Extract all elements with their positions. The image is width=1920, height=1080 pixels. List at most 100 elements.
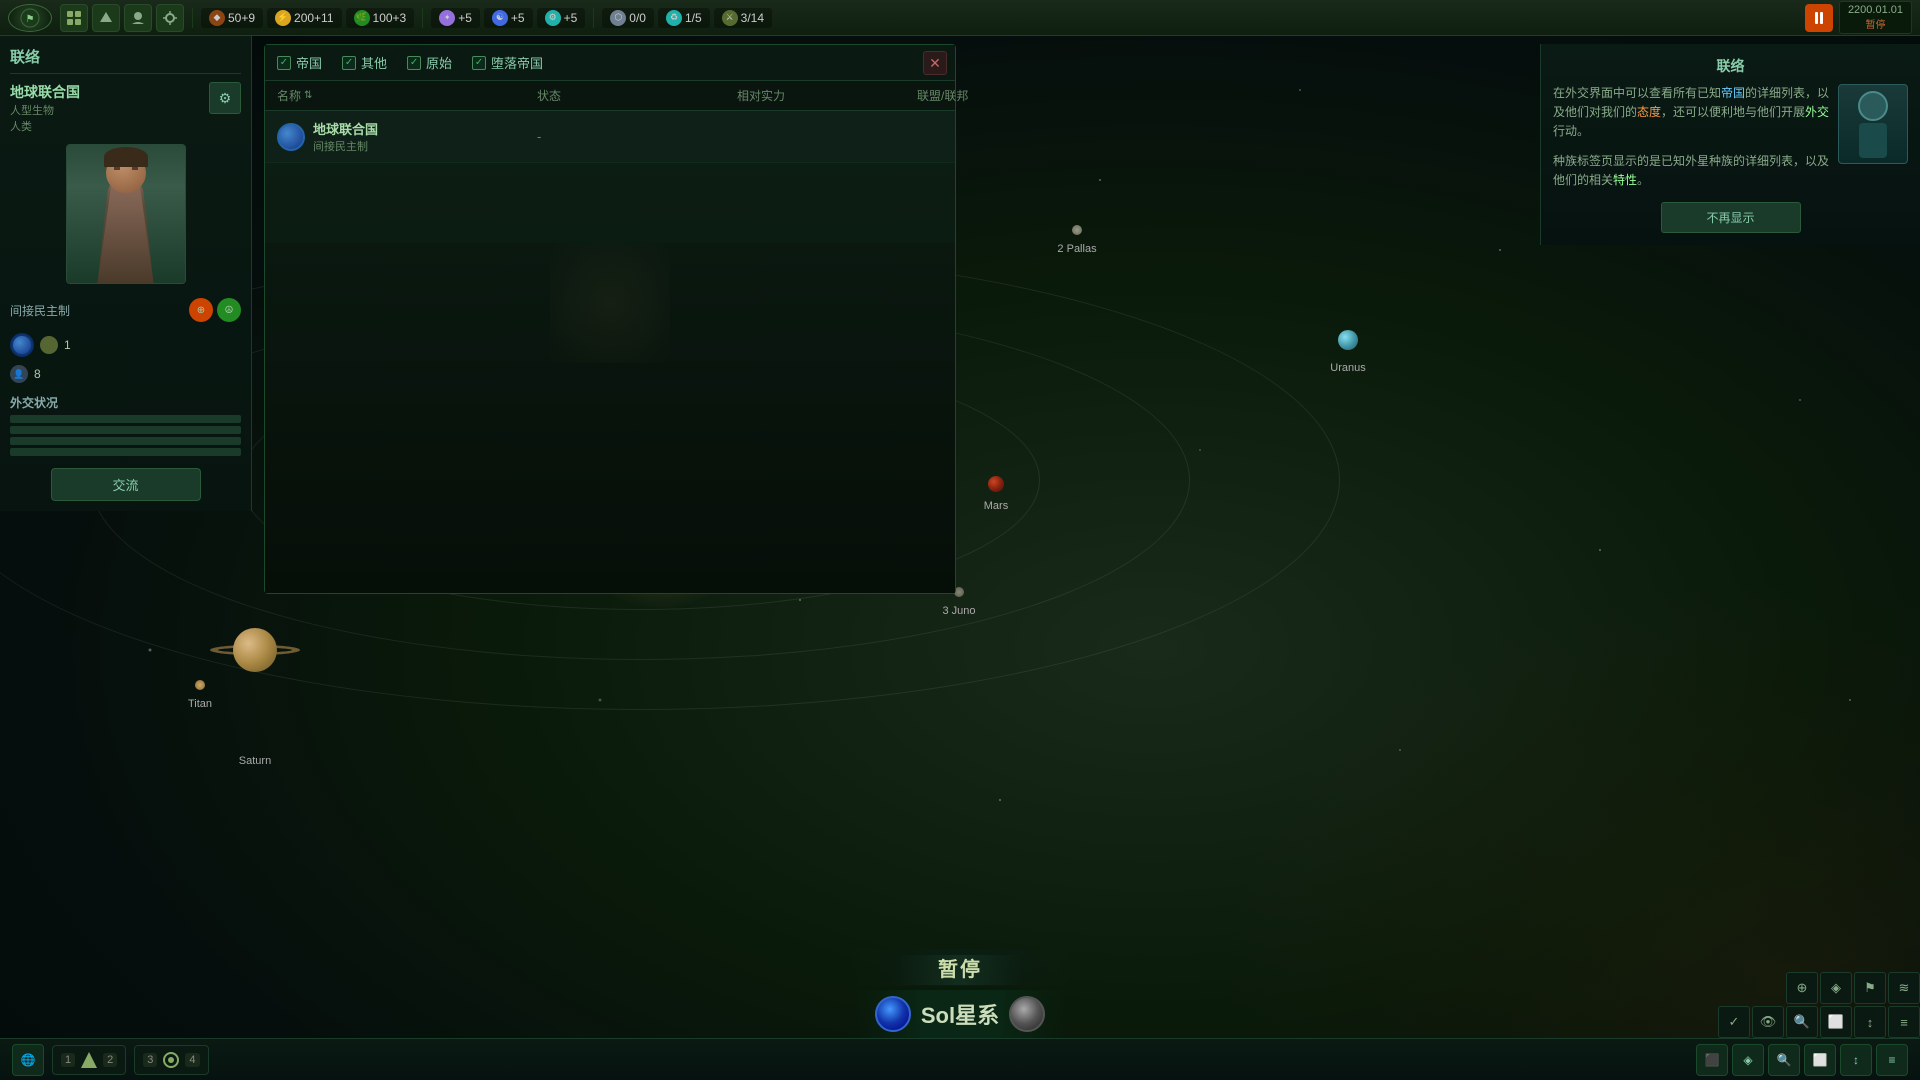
pallas-planet[interactable] bbox=[1072, 225, 1082, 235]
leaders-btn[interactable] bbox=[124, 4, 152, 32]
technology-btn[interactable] bbox=[156, 4, 184, 32]
mars-planet[interactable] bbox=[988, 476, 1004, 492]
minimap-menu-btn[interactable]: ≡ bbox=[1888, 1006, 1920, 1038]
system-name: Sol星系 bbox=[921, 998, 999, 1030]
queue-item-2[interactable]: 3 4 bbox=[134, 1045, 208, 1075]
col-strength-label: 相对实力 bbox=[737, 87, 785, 104]
robot-head bbox=[1858, 91, 1888, 121]
robot-avatar bbox=[1838, 84, 1908, 164]
unity-value: +5 bbox=[511, 11, 525, 25]
col-alliance[interactable]: 联盟/联邦 bbox=[917, 87, 1097, 104]
col-strength[interactable]: 相对实力 bbox=[737, 87, 917, 104]
minimap-btn-1[interactable]: ⊕ bbox=[1786, 972, 1818, 1004]
filter-fallen[interactable]: 堕落帝国 bbox=[472, 53, 543, 72]
minimap-move-btn[interactable]: ↕ bbox=[1854, 1006, 1886, 1038]
overview-btn[interactable] bbox=[60, 4, 88, 32]
materialist-icon: ⊕ bbox=[189, 298, 213, 322]
minimap-btn-3[interactable]: ⚑ bbox=[1854, 972, 1886, 1004]
uranus-planet[interactable] bbox=[1338, 330, 1358, 350]
top-bar: ⚑ ◆ 50+9 ⚡ 200+11 🌿 100+3 ✦ +5 ☯ +5 ⚙ +5 bbox=[0, 0, 1920, 36]
diplo-bar-3 bbox=[10, 437, 241, 445]
diplomacy-bars bbox=[10, 415, 241, 456]
filter-primitive-checkbox[interactable] bbox=[407, 56, 421, 70]
col-name[interactable]: 名称 ⇅ bbox=[277, 87, 477, 104]
food-stat[interactable]: 🌿 100+3 bbox=[346, 8, 415, 28]
panel-title: 联络 bbox=[10, 46, 241, 74]
food-value: 100+3 bbox=[373, 11, 407, 25]
mineral-stat[interactable]: ◆ 50+9 bbox=[201, 8, 263, 28]
filter-other-checkbox[interactable] bbox=[342, 56, 356, 70]
unity-stat[interactable]: ☯ +5 bbox=[484, 8, 533, 28]
leader-body bbox=[91, 183, 161, 283]
empire-planet-icon bbox=[10, 333, 34, 357]
research-stat[interactable]: ⚙ +5 bbox=[537, 8, 586, 28]
titan-planet[interactable] bbox=[195, 680, 205, 690]
filter-empire[interactable]: 帝国 bbox=[277, 53, 322, 72]
energy-value: 200+11 bbox=[294, 11, 334, 25]
bottom-btn-1[interactable]: ⬛ bbox=[1696, 1044, 1728, 1076]
minimap-btn-2[interactable]: ◈ bbox=[1820, 972, 1852, 1004]
bottom-btn-3[interactable]: 🔍 bbox=[1768, 1044, 1800, 1076]
empire-table-row[interactable]: 地球联合国 间接民主制 - bbox=[265, 111, 955, 163]
pacifist-icon: ☮ bbox=[217, 298, 241, 322]
system-icon-right[interactable] bbox=[1009, 996, 1045, 1032]
bottom-btn-5[interactable]: ↕ bbox=[1840, 1044, 1872, 1076]
influence-value: +5 bbox=[458, 11, 472, 25]
leader-portrait[interactable] bbox=[66, 144, 186, 284]
empire-settings-btn[interactable]: ⚙ bbox=[209, 82, 241, 114]
empire-type: 人型生物 bbox=[10, 102, 80, 118]
col-name-label: 名称 bbox=[277, 87, 301, 104]
system-icon-left[interactable] bbox=[875, 996, 911, 1032]
col-status-label: 状态 bbox=[537, 87, 561, 104]
energy-stat[interactable]: ⚡ 200+11 bbox=[267, 8, 342, 28]
minimap-layout-btn[interactable]: ⬜ bbox=[1820, 1006, 1852, 1038]
empire-flag-btn[interactable]: ⚑ bbox=[8, 4, 52, 32]
pause-label: 暂停 bbox=[898, 955, 1022, 985]
date-display[interactable]: 2200.01.01 暂停 bbox=[1839, 1, 1912, 34]
minimap-zoom-btn[interactable]: 🔍 bbox=[1786, 1006, 1818, 1038]
bottom-btn-4[interactable]: ⬜ bbox=[1804, 1044, 1836, 1076]
queue-num-2: 3 bbox=[143, 1053, 157, 1067]
alloy-stat[interactable]: ⬡ 0/0 bbox=[602, 8, 654, 28]
queue-label-2: 4 bbox=[185, 1053, 199, 1067]
pop-stat[interactable]: ⚔ 3/14 bbox=[714, 8, 772, 28]
bottom-btn-6[interactable]: ≡ bbox=[1876, 1044, 1908, 1076]
filter-other[interactable]: 其他 bbox=[342, 53, 387, 72]
empire-header: 地球联合国 人型生物 人类 ⚙ bbox=[10, 82, 241, 134]
minimap-top-row: ⊕ ◈ ⚑ ≋ bbox=[1786, 972, 1920, 1004]
bottom-map-btn[interactable]: 🌐 bbox=[12, 1044, 44, 1076]
exchange-button[interactable]: 交流 bbox=[51, 468, 201, 501]
close-dialog-button[interactable]: ✕ bbox=[923, 51, 947, 75]
bottom-right-controls: ⬛ ◈ 🔍 ⬜ ↕ ≡ bbox=[1696, 1044, 1908, 1076]
bottom-btn-2[interactable]: ◈ bbox=[1732, 1044, 1764, 1076]
svg-text:⚑: ⚑ bbox=[26, 14, 35, 25]
pause-button[interactable] bbox=[1805, 4, 1833, 32]
no-show-button[interactable]: 不再显示 bbox=[1661, 202, 1801, 233]
minimap-btn-4[interactable]: ≋ bbox=[1888, 972, 1920, 1004]
queue-item-1[interactable]: 1 2 bbox=[52, 1045, 126, 1075]
minimap-eye-btn[interactable]: 👁 bbox=[1752, 1006, 1784, 1038]
saturn-small-icon bbox=[40, 336, 58, 354]
col-alliance-label: 联盟/联邦 bbox=[917, 87, 968, 104]
diplo-bar-2 bbox=[10, 426, 241, 434]
col-status[interactable]: 状态 bbox=[537, 87, 737, 104]
ships-btn[interactable] bbox=[92, 4, 120, 32]
filter-empire-checkbox[interactable] bbox=[277, 56, 291, 70]
date-sub: 暂停 bbox=[1848, 16, 1903, 31]
pop-value: 3/14 bbox=[741, 11, 764, 25]
empire-name: 地球联合国 bbox=[10, 82, 80, 102]
minimap-check-btn[interactable]: ✓ bbox=[1718, 1006, 1750, 1038]
filter-other-label: 其他 bbox=[361, 53, 387, 72]
alloy-icon: ⬡ bbox=[610, 10, 626, 26]
filter-fallen-label: 堕落帝国 bbox=[491, 53, 543, 72]
diplomacy-title: 外交状况 bbox=[10, 394, 241, 411]
pop-resource-icon: 👤 bbox=[10, 365, 28, 383]
separator-2 bbox=[422, 8, 423, 28]
empire-flag-icon: ⚑ bbox=[20, 8, 40, 28]
filter-fallen-checkbox[interactable] bbox=[472, 56, 486, 70]
consumer-stat[interactable]: ♻ 1/5 bbox=[658, 8, 710, 28]
influence-stat[interactable]: ✦ +5 bbox=[431, 8, 480, 28]
saturn-container[interactable] bbox=[215, 610, 295, 690]
filter-primitive[interactable]: 原始 bbox=[407, 53, 452, 72]
right-info-panel: 联络 在外交界面中可以查看所有已知帝国的详细列表，以及他们对我们的态度，还可以便… bbox=[1540, 44, 1920, 245]
